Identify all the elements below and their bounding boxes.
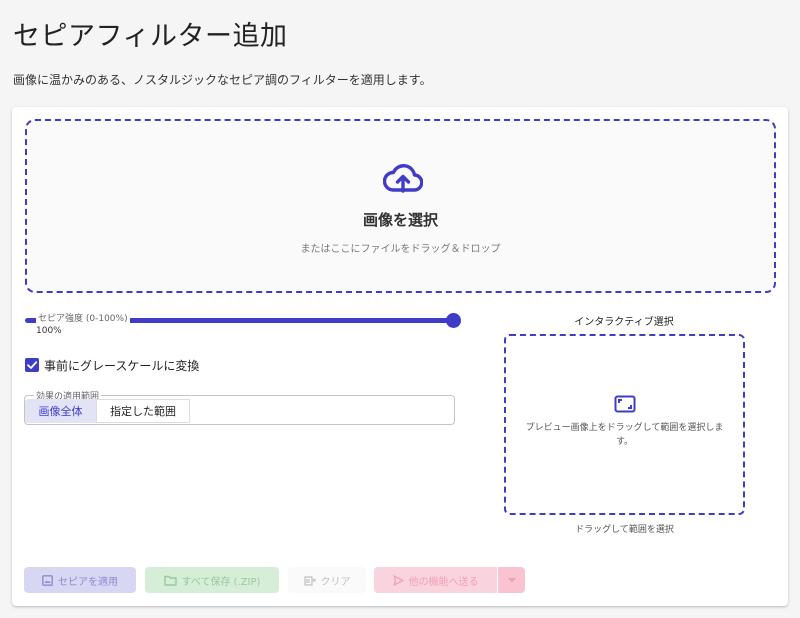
interactive-selection-hint: プレビュー画像上をドラッグして範囲を選択します。 [525,423,724,447]
range-option-selected-area[interactable]: 指定した範囲 [96,399,190,423]
select-area-icon [614,395,636,413]
sepia-slider-value: 100% [36,326,62,336]
cloud-upload-icon [383,164,423,193]
send-options-dropdown-button[interactable] [498,567,525,593]
image-dropzone[interactable]: 画像を選択 またはここにファイルをドラッグ＆ドロップ [25,119,776,293]
clear-label: クリア [320,576,351,588]
sepia-slider-thumb[interactable] [446,313,461,328]
dropzone-title: 画像を選択 [362,211,438,229]
folder-zip-icon [163,575,177,586]
page-description: 画像に温かみのある、ノスタルジックなセピア調のフィルターを適用します。 [13,73,432,87]
clear-icon [303,575,316,586]
grayscale-checkbox[interactable] [25,358,39,372]
chevron-down-icon [507,577,516,583]
send-icon [392,574,404,586]
send-to-other-feature-label: 他の機能へ送る [408,576,479,588]
check-icon [27,361,38,369]
main-card: 画像を選択 またはここにファイルをドラッグ＆ドロップ セピア強度 (0-100%… [12,107,788,606]
sepia-slider-label: セピア強度 (0-100%) [36,311,130,324]
range-option-whole-image[interactable]: 画像全体 [25,399,96,423]
interactive-selection-area[interactable]: プレビュー画像上をドラッグして範囲を選択します。 [504,334,745,515]
dropzone-subtitle: またはここにファイルをドラッグ＆ドロップ [300,244,501,255]
image-icon [42,574,53,586]
interactive-selection-title: インタラクティブ選択 [574,317,674,328]
interactive-selection-caption: ドラッグして範囲を選択 [575,525,674,535]
send-to-other-feature-button[interactable]: 他の機能へ送る [374,567,497,593]
save-all-zip-label: すべて保存 (.ZIP) [181,576,261,588]
save-all-zip-button[interactable]: すべて保存 (.ZIP) [145,567,279,593]
apply-sepia-button[interactable]: セピアを適用 [24,567,136,593]
clear-button[interactable]: クリア [288,567,366,593]
grayscale-checkbox-label[interactable]: 事前にグレースケールに変換 [44,357,199,374]
page-title: セピアフィルター追加 [13,21,288,52]
apply-sepia-label: セピアを適用 [58,576,118,588]
